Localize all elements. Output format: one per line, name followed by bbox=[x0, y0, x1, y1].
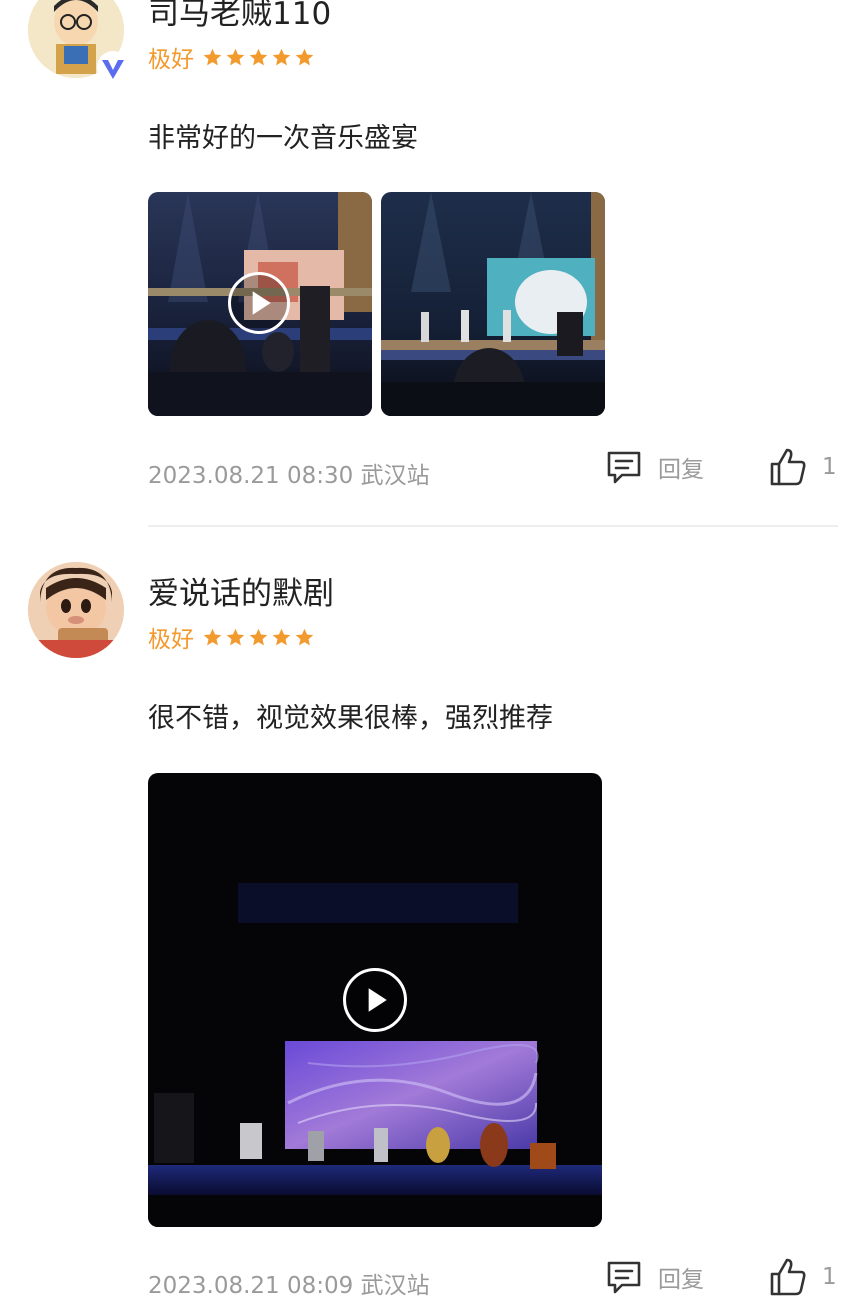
video-thumbnail[interactable] bbox=[148, 773, 602, 1227]
star-icon bbox=[295, 628, 314, 645]
reply-label: 回复 bbox=[658, 1267, 704, 1293]
review-comment: 非常好的一次音乐盛宴 bbox=[148, 123, 418, 154]
like-count: 1 bbox=[822, 454, 837, 480]
star-rating bbox=[202, 47, 315, 68]
thumbs-up-icon bbox=[770, 448, 806, 486]
star-icon bbox=[249, 48, 268, 65]
star-rating bbox=[202, 627, 315, 648]
thumbs-up-icon bbox=[770, 1258, 806, 1296]
username[interactable]: 司马老贼110 bbox=[148, 0, 331, 33]
star-icon bbox=[226, 48, 245, 65]
review-date-location: 2023.08.21 08:09 武汉站 bbox=[148, 1273, 430, 1296]
like-button[interactable]: 1 bbox=[768, 446, 837, 488]
reply-button[interactable]: 回复 bbox=[604, 447, 704, 487]
star-icon bbox=[295, 48, 314, 65]
play-icon[interactable] bbox=[228, 272, 290, 334]
star-icon bbox=[226, 628, 245, 645]
review-item: 爱说话的默剧 极好 很不错，视觉效果很棒，强烈推荐 2023.08.21 08:… bbox=[0, 528, 864, 1296]
rating-text: 极好 bbox=[148, 47, 194, 73]
comment-icon bbox=[607, 451, 641, 484]
star-icon bbox=[203, 48, 222, 65]
rating-text: 极好 bbox=[148, 627, 194, 653]
username[interactable]: 爱说话的默剧 bbox=[148, 568, 334, 613]
like-button[interactable]: 1 bbox=[768, 1256, 837, 1296]
star-icon bbox=[272, 628, 291, 645]
video-thumbnail[interactable] bbox=[148, 192, 372, 416]
concert-stage-image bbox=[381, 192, 605, 416]
avatar-cartoon-icon bbox=[28, 562, 124, 658]
vip-v-icon bbox=[96, 50, 130, 84]
review-photo[interactable] bbox=[381, 192, 605, 416]
rating: 极好 bbox=[148, 42, 315, 73]
star-icon bbox=[272, 48, 291, 65]
star-icon bbox=[249, 628, 268, 645]
divider bbox=[148, 525, 838, 527]
review-date-location: 2023.08.21 08:30 武汉站 bbox=[148, 463, 430, 489]
reply-label: 回复 bbox=[658, 457, 704, 483]
like-count: 1 bbox=[822, 1264, 837, 1290]
comment-icon bbox=[607, 1261, 641, 1294]
play-icon[interactable] bbox=[343, 968, 407, 1032]
reply-button[interactable]: 回复 bbox=[604, 1257, 704, 1296]
review-item: 司马老贼110 极好 非常好的一次音乐盛宴 2023.08.21 08:30 武… bbox=[0, 0, 864, 528]
rating: 极好 bbox=[148, 622, 315, 653]
review-comment: 很不错，视觉效果很棒，强烈推荐 bbox=[148, 703, 553, 734]
user-avatar[interactable] bbox=[28, 562, 124, 658]
star-icon bbox=[203, 628, 222, 645]
